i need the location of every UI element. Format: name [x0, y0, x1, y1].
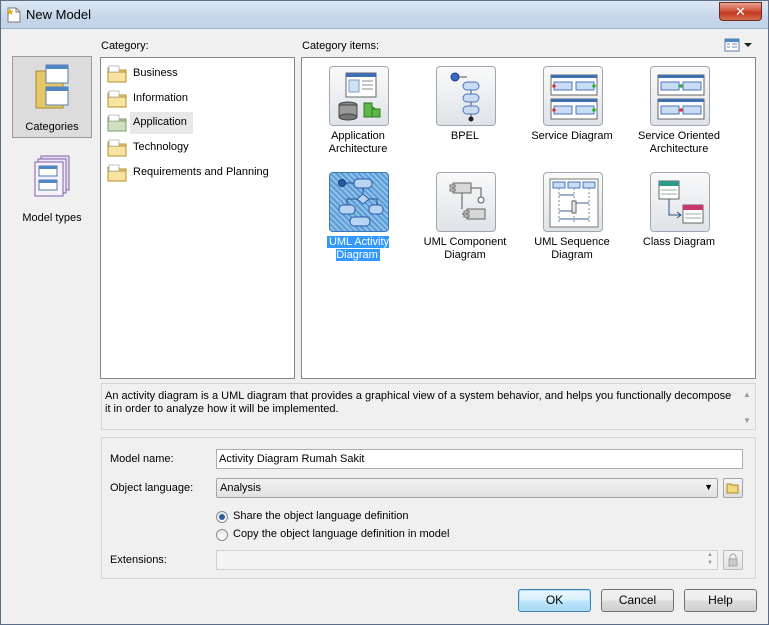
tile-icon-frame	[650, 66, 710, 126]
tile-service-oriented-architecture[interactable]: Service Oriented Architecture	[626, 66, 732, 171]
tile-icon-frame	[543, 172, 603, 232]
extensions-spinner[interactable]: ▲ ▼	[703, 551, 717, 569]
folder-open-icon	[726, 483, 739, 494]
category-label: Information	[133, 92, 189, 104]
radio-copy-label: Copy the object language definition in m…	[233, 528, 450, 540]
bpel-icon	[450, 72, 480, 122]
tile-label-text: UML Activity Diagram	[326, 236, 390, 261]
new-model-dialog: New Model ✕ Categories Model types Categ…	[0, 0, 769, 625]
category-label: Technology	[133, 141, 189, 153]
dialog-body: Categories Model types Category: Busines…	[6, 30, 763, 619]
category-label: Business	[133, 67, 178, 79]
lock-icon	[728, 553, 738, 567]
object-language-select[interactable]: Analysis ▼	[216, 478, 718, 498]
radio-share-label: Share the object language definition	[233, 510, 409, 522]
tile-label: Application Architecture	[328, 130, 388, 155]
tile-uml-sequence-diagram[interactable]: UML Sequence Diagram	[519, 172, 625, 277]
application-architecture-icon	[338, 72, 381, 121]
extensions-field[interactable]: ▲ ▼	[216, 550, 718, 570]
nav-categories[interactable]: Categories	[12, 56, 92, 138]
close-button[interactable]: ✕	[719, 2, 762, 21]
ok-button[interactable]: OK	[518, 589, 591, 612]
folder-icon	[107, 90, 127, 108]
model-category-nav: Categories Model types	[12, 56, 92, 236]
tile-label: UML Component Diagram	[423, 236, 507, 261]
folder-icon	[107, 164, 127, 182]
tile-uml-activity-diagram[interactable]: UML Activity Diagram	[305, 172, 411, 277]
category-header: Category:	[101, 40, 149, 52]
nav-model-types-label: Model types	[22, 212, 82, 224]
tile-icon-frame	[436, 172, 496, 232]
help-button[interactable]: Help	[684, 589, 757, 612]
category-label: Requirements and Planning	[133, 166, 269, 178]
radio-indicator-selected	[216, 511, 228, 523]
uml-component-diagram-icon	[449, 182, 486, 220]
model-name-label: Model name:	[110, 453, 174, 465]
new-document-icon	[7, 7, 21, 23]
uml-activity-diagram-icon	[338, 178, 384, 227]
categories-icon	[35, 64, 69, 109]
tile-service-diagram[interactable]: Service Diagram	[519, 66, 625, 171]
category-items-grid[interactable]: Application Architecture BPEL Service Di…	[301, 57, 756, 379]
tile-icon-frame	[543, 66, 603, 126]
uml-sequence-diagram-icon	[549, 178, 599, 228]
title-bar[interactable]: New Model ✕	[1, 1, 768, 29]
service-diagram-icon	[550, 74, 598, 120]
radio-indicator	[216, 529, 228, 541]
tile-label: Service Oriented Architecture	[638, 130, 720, 155]
category-label: Application	[133, 116, 187, 128]
browse-language-button[interactable]	[723, 478, 743, 498]
tile-label: Service Diagram	[531, 130, 613, 142]
object-language-value: Analysis	[220, 482, 261, 494]
folder-icon	[107, 139, 127, 157]
nav-model-types[interactable]: Model types	[12, 146, 92, 228]
tile-class-diagram[interactable]: Class Diagram	[626, 172, 732, 277]
category-list[interactable]: Business Information Application Technol…	[100, 57, 295, 379]
view-options-icon[interactable]	[724, 38, 754, 52]
category-items-header: Category items:	[302, 40, 380, 52]
tile-label: Class Diagram	[642, 236, 716, 248]
scroll-up-arrow-icon[interactable]: ▲	[743, 390, 751, 399]
chevron-down-icon: ▼	[704, 482, 713, 492]
model-name-input[interactable]: Activity Diagram Rumah Sakit	[216, 449, 743, 469]
folder-icon	[107, 65, 127, 83]
cancel-button[interactable]: Cancel	[601, 589, 674, 612]
object-language-label: Object language:	[110, 482, 194, 494]
model-types-icon	[34, 155, 70, 197]
description-scrollbar[interactable]: ▲ ▼	[739, 384, 755, 429]
browse-extensions-button[interactable]	[723, 550, 743, 570]
model-settings-group: Model name: Activity Diagram Rumah Sakit…	[101, 437, 756, 579]
tile-uml-component-diagram[interactable]: UML Component Diagram	[412, 172, 518, 277]
window-title: New Model	[26, 7, 92, 22]
tile-label: BPEL	[450, 130, 480, 142]
tile-label: UML Sequence Diagram	[534, 236, 610, 261]
class-diagram-icon	[658, 180, 704, 224]
nav-categories-label: Categories	[25, 121, 79, 133]
scroll-down-arrow-icon[interactable]: ▼	[743, 416, 751, 425]
tile-icon-frame	[329, 66, 389, 126]
tile-icon-frame	[436, 66, 496, 126]
tile-application-architecture[interactable]: Application Architecture	[305, 66, 411, 171]
description-box: An activity diagram is a UML diagram tha…	[101, 383, 756, 430]
description-text: An activity diagram is a UML diagram tha…	[105, 390, 732, 415]
service-oriented-architecture-icon	[657, 74, 705, 120]
extensions-label: Extensions:	[110, 554, 167, 566]
tile-icon-frame	[650, 172, 710, 232]
tile-icon-frame	[329, 172, 389, 232]
folder-icon	[107, 114, 127, 132]
tile-bpel[interactable]: BPEL	[412, 66, 518, 171]
tile-label: UML Activity Diagram	[305, 236, 411, 262]
